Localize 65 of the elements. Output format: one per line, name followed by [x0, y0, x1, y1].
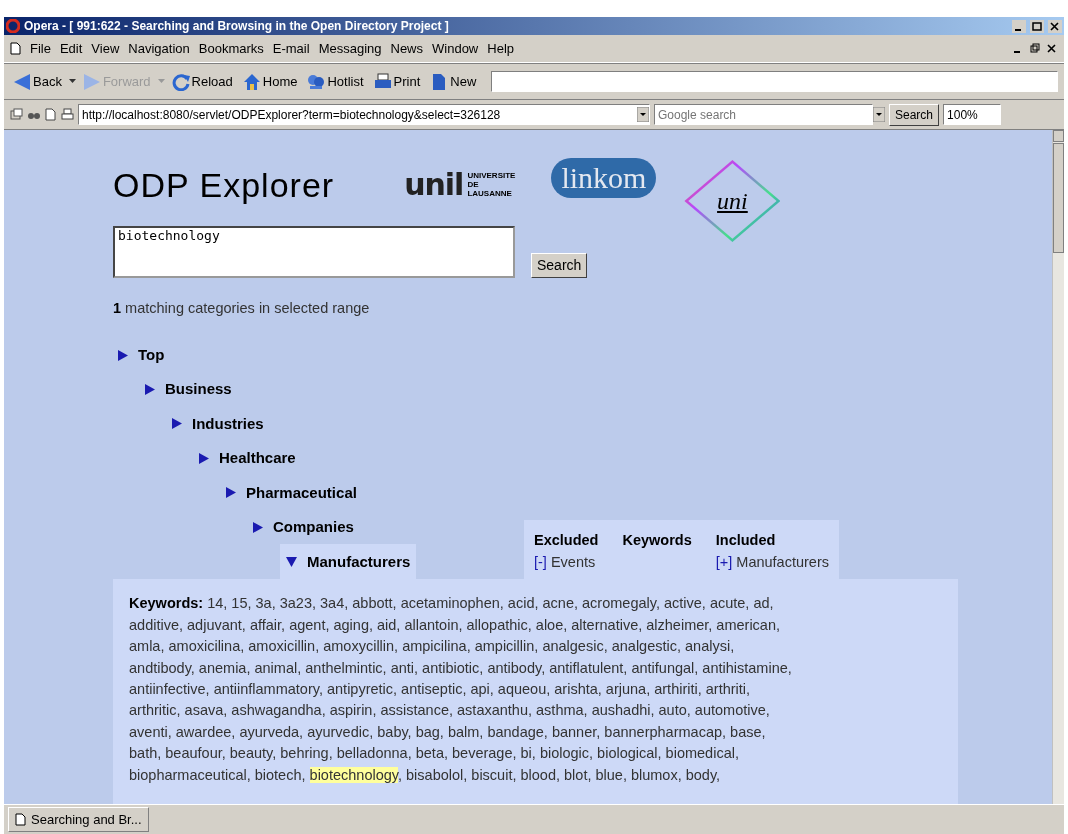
column-heading: Included: [715, 530, 777, 550]
close-icon[interactable]: [1048, 19, 1062, 33]
search-field[interactable]: Google search: [654, 104, 873, 125]
result-count: 1 matching categories in selected range: [113, 299, 371, 318]
window-icon[interactable]: [10, 108, 23, 121]
reload-icon: [171, 72, 190, 91]
menu-item[interactable]: Navigation: [128, 38, 190, 59]
column-heading: Keywords: [622, 530, 692, 550]
document-icon: [10, 42, 21, 55]
toolbar-button[interactable]: Back: [10, 70, 65, 93]
minimize-icon[interactable]: [1012, 19, 1026, 33]
tree-item[interactable]: Industries: [192, 412, 264, 436]
close-icon[interactable]: [1045, 42, 1058, 55]
toolbar-button[interactable]: Home: [239, 70, 301, 93]
window-title: Opera - [ 991:622 - Searching and Browsing in the Open Directory Project ]: [24, 18, 449, 35]
filter-item: Events: [550, 552, 596, 572]
toolbar-button[interactable]: New: [427, 70, 480, 93]
caret-down-icon: [873, 107, 885, 122]
search-button[interactable]: Search: [531, 253, 588, 278]
menu-item[interactable]: Help: [487, 38, 514, 59]
status-tab[interactable]: Searching and Br...: [8, 806, 149, 833]
tree-item[interactable]: Business: [165, 378, 232, 401]
filter-item: Manufacturers: [736, 552, 829, 572]
caret-down-icon: [637, 107, 649, 122]
printer-icon: [373, 72, 392, 91]
toggle-link[interactable]: [+]: [715, 551, 733, 574]
linkom-logo: linkom: [551, 158, 657, 198]
restore-icon[interactable]: [1028, 42, 1041, 55]
address-field[interactable]: http://localhost:8080/servlet/ODPExplorer?term=biotechnology&select=326128: [78, 104, 650, 125]
search-field[interactable]: biotechnology: [113, 226, 515, 278]
menu-item[interactable]: View: [91, 38, 120, 59]
toolbar-button[interactable]: Hotlist: [304, 70, 367, 93]
tree-item[interactable]: Top: [138, 343, 165, 367]
toggle-link[interactable]: [-]: [534, 551, 547, 574]
toolbar-button[interactable]: Print: [370, 70, 424, 93]
menu-item[interactable]: Messaging: [318, 38, 382, 59]
search-button[interactable]: Search: [889, 103, 940, 126]
menu-item[interactable]: Edit: [59, 38, 83, 59]
menu-item[interactable]: E-mail: [272, 38, 310, 59]
opera-logo-icon: [6, 19, 20, 33]
tree-item[interactable]: Companies: [273, 515, 354, 539]
zoom-field[interactable]: 100%: [943, 104, 1002, 125]
house-icon: [242, 72, 261, 91]
arrow-right-icon: [82, 72, 101, 91]
tree-item[interactable]: Healthcare: [219, 447, 296, 470]
toolbar-button[interactable]: Reload: [168, 70, 236, 93]
document-icon[interactable]: [44, 108, 57, 121]
caret-down-icon[interactable]: [68, 79, 76, 84]
menu-item[interactable]: Window: [432, 38, 479, 59]
column-heading: Excluded: [534, 530, 599, 550]
tree-item-tab[interactable]: Manufacturers: [280, 544, 417, 580]
document-icon: [15, 813, 26, 826]
menu-item[interactable]: News: [390, 38, 423, 59]
tree-item[interactable]: Pharmaceutical: [246, 481, 357, 504]
input-field[interactable]: [491, 71, 1058, 92]
page-title: ODP Explorer: [113, 168, 335, 202]
maximize-icon[interactable]: [1030, 19, 1044, 33]
arrow-left-icon: [13, 72, 31, 91]
menu-item[interactable]: Bookmarks: [198, 38, 264, 59]
printer-icon[interactable]: [61, 108, 74, 121]
menu-item[interactable]: File: [30, 38, 51, 59]
uni-logo: uni: [684, 160, 781, 242]
keyword-list: Keywords: 14, 15, 3a, 3a23, 3a4, abbott, acetaminophen, acid, acne, acromegaly, active, acute, ad, additive, adjuvant, affair, agent, aging, aid, allantoin, allopathic, aloe, alternative, alzheimer, american, amla, amoxicilina, amoxicillin, amoxycillin, ampicilina, ampicillin, analgesic, analgestic, analysi, andtibody, anemia, animal, anthelmintic, anti, antibiotic, antibody, antiflatulent, antifungal, antihistamine, antiinfective, antiinflammatory, antipyretic, antiseptic, api, aqueou, arishta, arjuna, arthiriti, arthriti, arthritic, asava, ashwagandha, aspirin, assistance, astaxanthu, asthma, aushadhi, auto, automotive, aventi, awardee, ayurveda, ayurvedic, baby, bag, balm, bandage, banner, bannerpharmacap, base, bath, beaufour, beauty, behring, belladonna, beta, beverage, bi, biologic, biological, biomedical, biopharmaceutical, biotech, biotechnology, bisabolol, biscuit, blood, blot, blue, blumox, body,: [129, 593, 942, 786]
hotlist-icon: [307, 72, 326, 91]
scrollbar[interactable]: [1052, 130, 1064, 804]
